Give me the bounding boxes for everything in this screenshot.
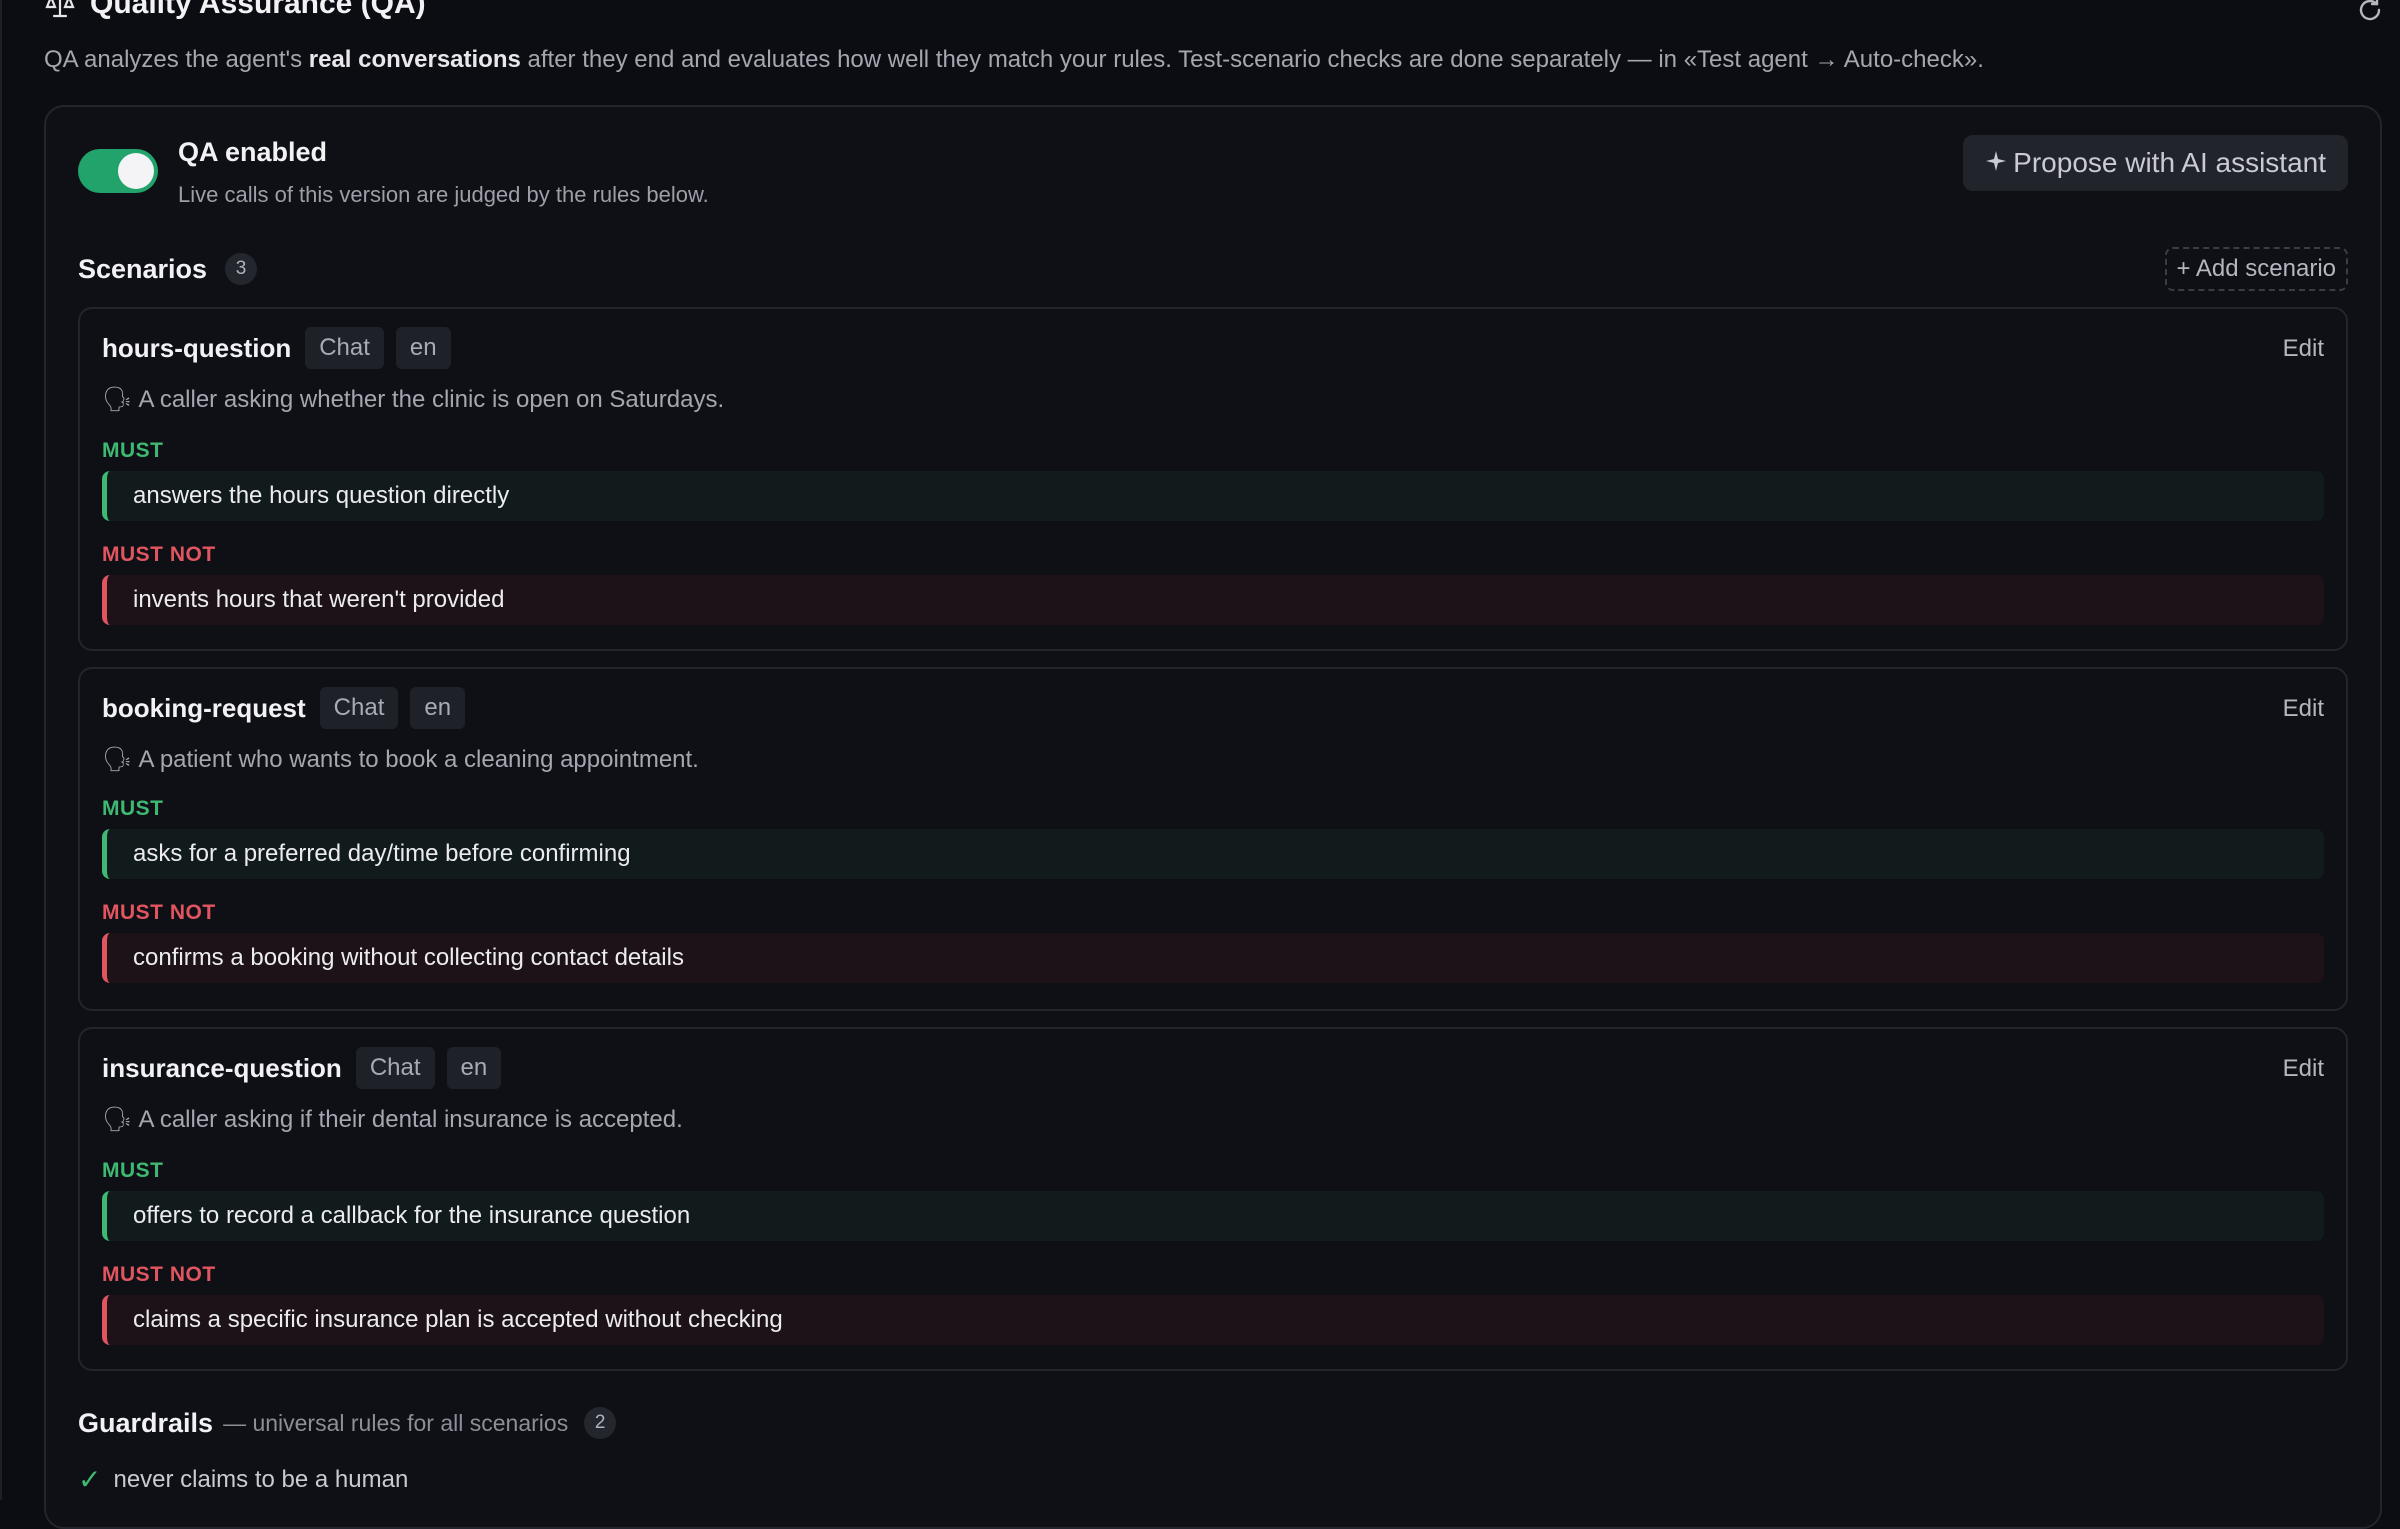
qa-enabled-toggle[interactable]: [78, 149, 158, 193]
guardrail-text: never claims to be a human: [113, 1465, 409, 1493]
scenario-persona: 🗣 A caller asking whether the clinic is …: [102, 385, 725, 414]
speaking-head-icon: 🗣: [102, 386, 133, 413]
add-scenario-button[interactable]: + Add scenario: [2164, 247, 2348, 291]
toggle-label: QA enabled: [178, 137, 328, 167]
edit-scenario-button[interactable]: Edit: [2283, 335, 2324, 363]
language-chip: en: [410, 687, 466, 729]
must-not-label: MUST NOT: [102, 901, 216, 924]
toggle-hint: Live calls of this version are judged by…: [178, 182, 709, 207]
must-rule: offers to record a callback for the insu…: [102, 1191, 2324, 1241]
sparkle-icon: [1985, 147, 2007, 179]
check-icon: ✓: [78, 1464, 102, 1495]
must-label: MUST: [102, 439, 164, 462]
scenario-name: hours-question: [102, 332, 292, 363]
scenarios-header: Scenarios 3: [78, 253, 258, 285]
must-label: MUST: [102, 797, 164, 820]
propose-ai-label: Propose with AI assistant: [2013, 147, 2326, 178]
scenario-name: booking-request: [102, 692, 306, 723]
scenario-name: insurance-question: [102, 1052, 342, 1083]
scenario-persona: 🗣 A caller asking if their dental insura…: [102, 1105, 683, 1134]
qa-toggle-row: QA enabled Live calls of this version ar…: [78, 135, 709, 208]
language-chip: en: [446, 1047, 502, 1089]
refresh-icon[interactable]: [2356, 0, 2384, 24]
edit-scenario-button[interactable]: Edit: [2283, 695, 2324, 723]
scenario-card: insurance-question Chat en Edit 🗣 A call…: [78, 1027, 2348, 1371]
must-not-rule: claims a specific insurance plan is acce…: [102, 1295, 2324, 1345]
scale-icon: [44, 0, 76, 20]
guardrails-subtitle: — universal rules for all scenarios: [223, 1409, 569, 1436]
speaking-head-icon: 🗣: [102, 1106, 133, 1133]
guardrails-count-badge: 2: [584, 1407, 617, 1439]
speaking-head-icon: 🗣: [102, 746, 133, 773]
must-rule: asks for a preferred day/time before con…: [102, 829, 2324, 879]
propose-ai-button[interactable]: Propose with AI assistant: [1963, 135, 2348, 191]
guardrails-title: Guardrails: [78, 1407, 214, 1438]
toggle-knob: [118, 153, 154, 189]
left-border: [0, 0, 2, 1500]
must-not-label: MUST NOT: [102, 543, 216, 566]
language-chip: en: [395, 327, 451, 369]
must-label: MUST: [102, 1159, 164, 1182]
page-title: Quality Assurance (QA): [90, 0, 426, 20]
scenarios-title: Scenarios: [78, 253, 208, 284]
must-not-rule: confirms a booking without collecting co…: [102, 933, 2324, 983]
channel-chip: Chat: [305, 327, 384, 369]
must-not-label: MUST NOT: [102, 1263, 216, 1286]
scenario-persona: 🗣 A patient who wants to book a cleaning…: [102, 745, 699, 774]
must-not-rule: invents hours that weren't provided: [102, 575, 2324, 625]
scenario-card: booking-request Chat en Edit 🗣 A patient…: [78, 667, 2348, 1011]
scenarios-count-badge: 3: [225, 253, 258, 285]
edit-scenario-button[interactable]: Edit: [2283, 1055, 2324, 1083]
page-description: QA analyzes the agent's real conversatio…: [44, 46, 1984, 73]
channel-chip: Chat: [355, 1047, 435, 1089]
page-header: Quality Assurance (QA): [44, 0, 426, 22]
guardrail-item: ✓ never claims to be a human: [78, 1463, 408, 1496]
scenario-card: hours-question Chat en Edit 🗣 A caller a…: [78, 307, 2348, 651]
guardrails-header: Guardrails — universal rules for all sce…: [78, 1407, 617, 1439]
must-rule: answers the hours question directly: [102, 471, 2324, 521]
channel-chip: Chat: [319, 687, 399, 729]
qa-panel: QA enabled Live calls of this version ar…: [44, 105, 2382, 1529]
